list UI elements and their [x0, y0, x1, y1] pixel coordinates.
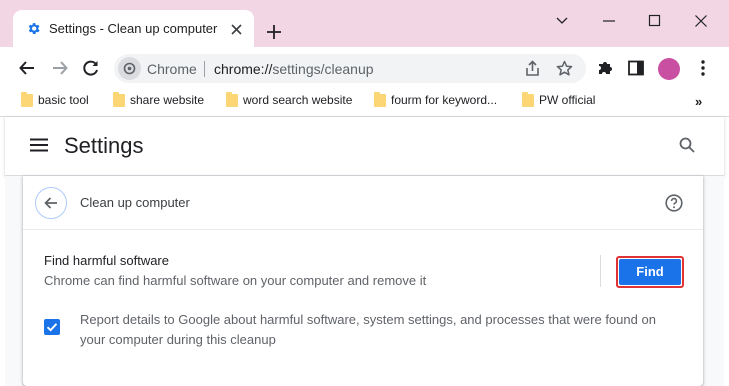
- folder-icon: [113, 92, 125, 107]
- side-panel-icon[interactable]: [627, 59, 645, 77]
- puzzle-icon[interactable]: [596, 59, 614, 77]
- help-icon[interactable]: [665, 194, 683, 212]
- avatar[interactable]: [658, 58, 680, 80]
- minimize-icon[interactable]: [602, 14, 616, 28]
- hamburger-icon[interactable]: [30, 138, 48, 152]
- page-title: Settings: [64, 133, 144, 158]
- bookmark-label: share website: [130, 93, 205, 107]
- back-button[interactable]: [35, 187, 67, 219]
- back-arrow-icon: [44, 197, 57, 209]
- subpage-title: Clean up computer: [80, 195, 190, 210]
- url-text[interactable]: chrome://settings/cleanup: [214, 61, 374, 77]
- maximize-icon[interactable]: [648, 14, 662, 28]
- omnibox-separator: [204, 61, 205, 77]
- bookmark-label: basic tool: [38, 93, 89, 107]
- folder-icon: [226, 92, 238, 107]
- tab-settings-cleanup[interactable]: Settings - Clean up computer: [13, 10, 254, 47]
- find-harmful-software-title: Find harmful software: [44, 253, 169, 268]
- find-harmful-software-description: Chrome can find harmful software on your…: [44, 273, 427, 288]
- site-info-icon[interactable]: [118, 57, 141, 80]
- folder-icon: [522, 92, 534, 107]
- tab-title: Settings - Clean up computer: [49, 21, 218, 36]
- row-separator: [600, 255, 601, 287]
- reload-icon[interactable]: [82, 59, 100, 77]
- kebab-menu-icon[interactable]: [694, 59, 712, 77]
- report-details-checkbox[interactable]: [44, 319, 60, 335]
- share-icon[interactable]: [524, 60, 541, 77]
- toolbar: Chrome chrome://settings/cleanup: [0, 47, 729, 89]
- omnibox-chip: Chrome: [147, 61, 197, 77]
- forward-arrow-icon[interactable]: [51, 59, 69, 77]
- find-button[interactable]: Find: [616, 256, 684, 288]
- bookmark-label: fourm for keyword...: [391, 93, 498, 107]
- bookmarks-overflow-button[interactable]: »: [695, 94, 702, 109]
- cleanup-card: Clean up computer Find harmful software …: [23, 176, 703, 386]
- settings-header: Settings: [5, 117, 724, 176]
- window-close-icon[interactable]: [694, 14, 708, 28]
- gear-icon: [28, 23, 40, 34]
- new-tab-icon[interactable]: [267, 25, 281, 39]
- title-bar: Settings - Clean up computer: [0, 0, 729, 47]
- url-host: chrome://: [214, 61, 273, 77]
- folder-icon: [21, 92, 33, 107]
- bookmark-label: word search website: [243, 93, 353, 107]
- checkmark-icon: [46, 323, 58, 332]
- card-divider: [23, 229, 703, 230]
- folder-icon: [374, 92, 386, 107]
- close-icon[interactable]: [231, 24, 242, 35]
- url-path: settings/cleanup: [272, 61, 374, 77]
- chevron-down-icon[interactable]: [555, 14, 569, 28]
- address-bar[interactable]: Chrome chrome://settings/cleanup: [114, 54, 586, 83]
- search-icon[interactable]: [679, 137, 695, 153]
- bookmark-label: PW official: [539, 93, 596, 107]
- find-button-label: Find: [619, 259, 681, 285]
- back-arrow-icon[interactable]: [18, 59, 36, 77]
- bookmarks-bar: basic tool share website word search web…: [0, 89, 729, 114]
- star-icon[interactable]: [556, 60, 573, 77]
- report-details-label: Report details to Google about harmful s…: [80, 312, 656, 347]
